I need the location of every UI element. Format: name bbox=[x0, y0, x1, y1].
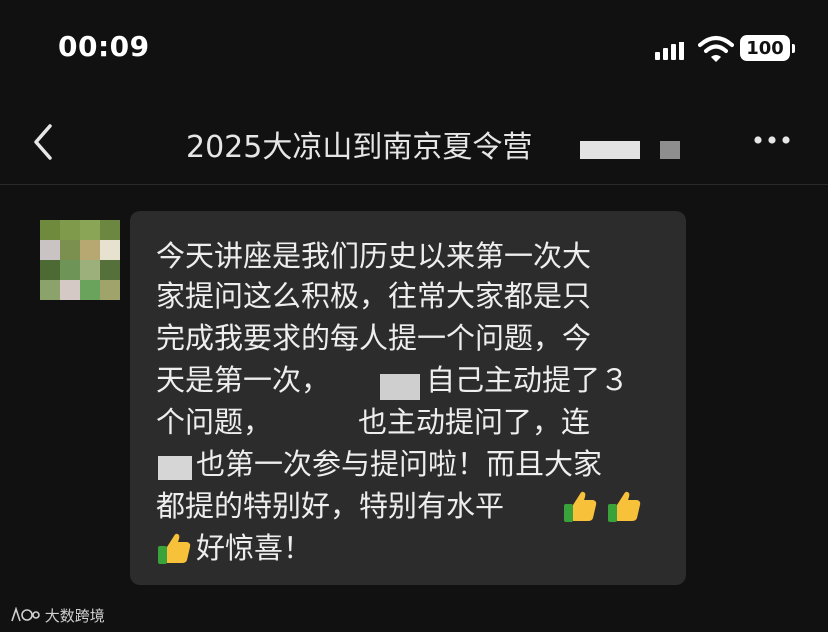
thumbs-up-emoji-icon bbox=[158, 533, 191, 564]
message-line: 个问题， bbox=[156, 405, 273, 439]
cellular-signal-icon bbox=[655, 40, 684, 60]
message-line: 天是第一次， bbox=[156, 363, 331, 397]
watermark-text: 大数跨境 bbox=[44, 607, 105, 625]
thumbs-up-emoji-icon bbox=[608, 491, 641, 522]
redaction-block bbox=[580, 141, 640, 159]
back-chevron-icon[interactable] bbox=[30, 122, 56, 162]
watermark-logo-icon bbox=[11, 606, 40, 622]
thumbs-up-emoji-icon bbox=[564, 491, 597, 522]
message-line: 今天讲座是我们历史以来第一次大 bbox=[156, 239, 592, 273]
redaction-block bbox=[380, 374, 420, 400]
redaction-block bbox=[660, 141, 680, 159]
message-line: 也第一次参与提问啦！而且大家 bbox=[196, 447, 603, 481]
wifi-icon bbox=[698, 36, 734, 62]
battery-indicator: 100 bbox=[740, 35, 798, 63]
watermark: 大数跨境 bbox=[10, 605, 105, 626]
redaction-block bbox=[158, 456, 192, 480]
status-bar: 00:09 100 bbox=[0, 0, 828, 100]
battery-tip bbox=[792, 44, 795, 53]
message-line: 好惊喜！ bbox=[196, 531, 313, 565]
nav-bar: 2025大凉山到南京夏令营 bbox=[0, 100, 828, 185]
more-options-icon[interactable] bbox=[752, 128, 792, 152]
message-line: 都提的特别好，特别有水平 bbox=[156, 489, 505, 523]
message-line: 完成我要求的每人提一个问题，今 bbox=[156, 321, 592, 355]
chat-title: 2025大凉山到南京夏令营 bbox=[186, 130, 533, 165]
message-line: 家提问这么积极，往常大家都是只 bbox=[156, 279, 592, 313]
battery-level: 100 bbox=[740, 35, 790, 61]
status-time: 00:09 bbox=[58, 30, 150, 63]
message-line: 也主动提问了，连 bbox=[358, 405, 591, 439]
message-line: 自己主动提了３ bbox=[426, 363, 630, 397]
sender-avatar[interactable] bbox=[40, 220, 120, 300]
